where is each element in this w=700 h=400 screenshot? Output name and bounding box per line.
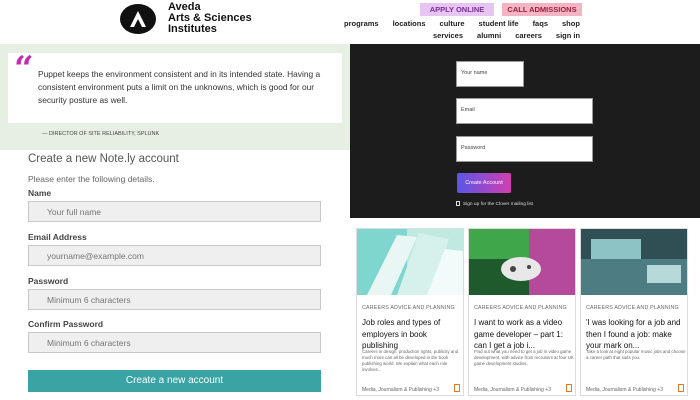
article-card[interactable]: CAREERS ADVICE AND PLANNING I want to wo…	[468, 228, 576, 396]
password-label: Password	[28, 276, 69, 286]
game-controller-image	[469, 229, 575, 295]
confirm-password-label: Confirm Password	[28, 319, 104, 329]
checkbox-icon[interactable]	[456, 201, 460, 206]
email-input[interactable]	[28, 245, 321, 266]
nav-services[interactable]: services	[433, 31, 463, 40]
bookmark-icon[interactable]	[454, 384, 460, 392]
music-studio-image	[581, 229, 687, 295]
card-category: CAREERS ADVICE AND PLANNING	[474, 305, 567, 311]
email-label: Email Address	[28, 232, 87, 242]
article-card[interactable]: CAREERS ADVICE AND PLANNING Job roles an…	[356, 228, 464, 396]
card-category: CAREERS ADVICE AND PLANNING	[586, 305, 679, 311]
nav-programs[interactable]: programs	[344, 19, 379, 28]
nav-faqs[interactable]: faqs	[533, 19, 548, 28]
card-title[interactable]: 'I was looking for a job and then I foun…	[586, 317, 686, 352]
card-tags: Media, Journalism & Publishing +3	[586, 387, 663, 393]
card-tags: Media, Journalism & Publishing +3	[362, 387, 439, 393]
nav-careers[interactable]: careers	[515, 31, 542, 40]
mailing-list-checkbox-row[interactable]: Sign up for the Clover mailing list	[456, 201, 533, 207]
signup-subtitle: Please enter the following details.	[28, 174, 155, 184]
testimonial-quote: Puppet keeps the environment consistent …	[38, 69, 321, 105]
nav-student-life[interactable]: student life	[479, 19, 519, 28]
call-admissions-button[interactable]: CALL ADMISSIONS	[502, 3, 582, 16]
card-tags: Media, Journalism & Publishing +3	[474, 387, 551, 393]
dark-email-input[interactable]: Email	[456, 98, 593, 124]
create-account-button[interactable]: Create a new account	[28, 370, 321, 392]
confirm-password-input[interactable]	[28, 332, 321, 353]
card-description: Find out what you need to get a job in v…	[474, 349, 574, 366]
dark-password-input[interactable]: Password	[456, 136, 593, 162]
logo-line-3: Institutes	[168, 23, 217, 35]
bookmark-icon[interactable]	[678, 384, 684, 392]
dark-name-input[interactable]: Your name	[456, 61, 524, 87]
name-label: Name	[28, 188, 52, 198]
bookmark-icon[interactable]	[566, 384, 572, 392]
nav-alumni[interactable]: alumni	[477, 31, 501, 40]
main-nav-row-1: programs locations culture student life faqs…	[344, 19, 594, 28]
signup-title: Create a new Note.ly account	[28, 153, 179, 165]
book-pages-image	[357, 229, 463, 295]
article-card[interactable]: CAREERS ADVICE AND PLANNING 'I was looki…	[580, 228, 688, 396]
nav-culture[interactable]: culture	[440, 19, 465, 28]
dark-create-account-button[interactable]: Create Account	[457, 173, 511, 193]
logo-wordmark[interactable]: Aveda Arts & Sciences Institutes	[168, 2, 252, 35]
aveda-logo-icon[interactable]	[120, 4, 156, 34]
site-header: Aveda Arts & Sciences Institutes APPLY ONL…	[0, 0, 700, 44]
testimonial-author: — DIRECTOR OF SITE RELIABILITY, SPLUNK	[42, 131, 160, 137]
nav-locations[interactable]: locations	[393, 19, 426, 28]
card-description: Careers in design, production rights, pu…	[362, 349, 459, 372]
card-title[interactable]: Job roles and types of employers in book…	[362, 317, 462, 352]
dark-signup-panel	[350, 44, 700, 218]
name-input[interactable]	[28, 201, 321, 222]
nav-sign-in[interactable]: sign in	[556, 31, 580, 40]
card-description: Take a look at eight popular music jobs …	[586, 349, 686, 360]
card-category: CAREERS ADVICE AND PLANNING	[362, 305, 455, 311]
main-nav-row-2: services alumni careers sign in	[433, 31, 594, 40]
card-title[interactable]: I want to work as a video game developer…	[474, 317, 574, 352]
password-input[interactable]	[28, 289, 321, 310]
nav-shop[interactable]: shop	[562, 19, 580, 28]
apply-online-button[interactable]: APPLY ONLINE	[420, 3, 494, 16]
quote-mark-icon: “	[14, 49, 34, 89]
mailing-list-label: Sign up for the Clover mailing list	[463, 201, 534, 207]
